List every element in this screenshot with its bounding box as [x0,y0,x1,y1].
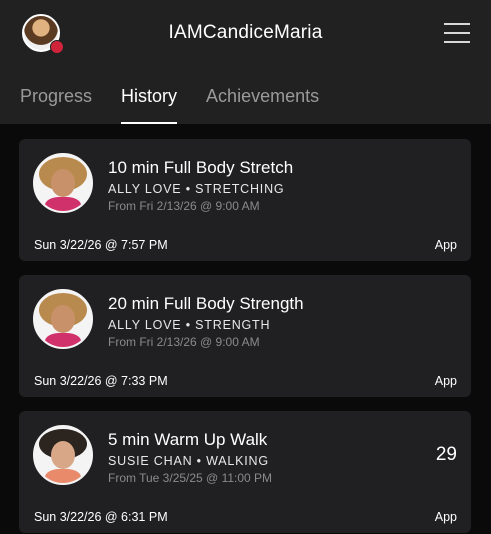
workout-card[interactable]: 5 min Warm Up Walk SUSIE CHAN • WALKING … [19,411,471,533]
hamburger-menu-icon[interactable] [444,20,470,46]
tab-history[interactable]: History [121,86,178,124]
original-airdate: From Tue 3/25/25 @ 11:00 PM [108,471,273,485]
workout-card[interactable]: 10 min Full Body Stretch ALLY LOVE • STR… [19,139,471,261]
original-airdate: From Fri 2/13/26 @ 9:00 AM [108,199,260,213]
tab-achievements[interactable]: Achievements [206,86,319,124]
original-airdate: From Fri 2/13/26 @ 9:00 AM [108,335,260,349]
workout-title: 20 min Full Body Strength [108,294,304,313]
username-title: IAMCandiceMaria [168,22,323,43]
workout-title: 10 min Full Body Stretch [108,158,294,177]
workout-title: 5 min Warm Up Walk [108,430,268,449]
instructor-thumbnail [33,425,93,485]
workout-card[interactable]: 20 min Full Body Strength ALLY LOVE • ST… [19,275,471,397]
tab-bar: Progress History Achievements [20,86,348,124]
tab-progress[interactable]: Progress [20,86,92,124]
instructor-category: ALLY LOVE • STRENGTH [108,318,271,332]
workout-date: Sun 3/22/26 @ 7:57 PM [34,238,168,252]
instructor-thumbnail [33,153,93,213]
workout-source: App [434,374,457,388]
instructor-category: SUSIE CHAN • WALKING [108,454,269,468]
top-bar: IAMCandiceMaria Progress History Achieve… [0,0,491,124]
workout-date: Sun 3/22/26 @ 6:31 PM [34,510,168,524]
workout-score: 29 [435,444,457,465]
workout-date: Sun 3/22/26 @ 7:33 PM [34,374,168,388]
workout-source: App [434,238,457,252]
workout-source: App [434,510,457,524]
instructor-category: ALLY LOVE • STRETCHING [108,182,285,196]
instructor-thumbnail [33,289,93,349]
